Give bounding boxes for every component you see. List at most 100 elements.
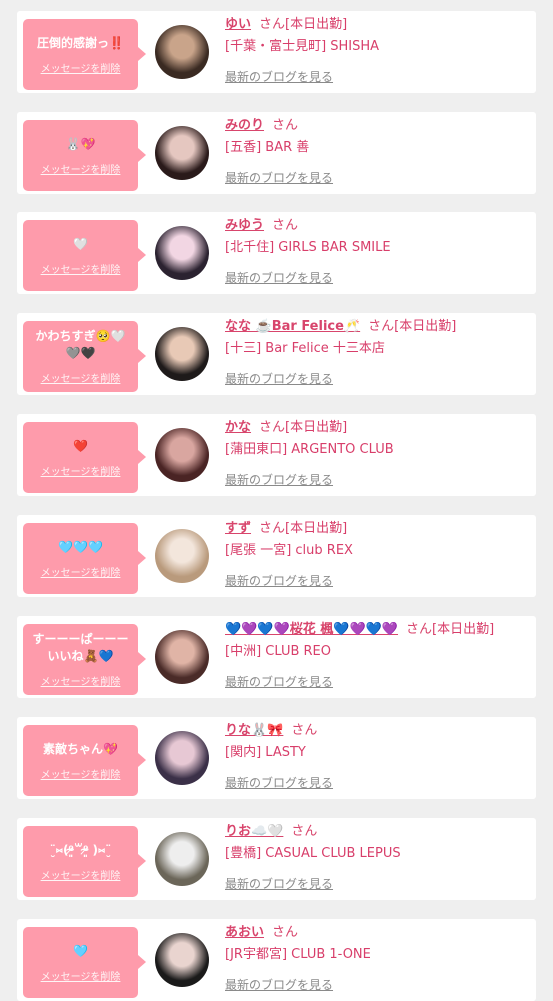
avatar[interactable] bbox=[155, 126, 209, 180]
message-text: ¨̮⑅(⁰̷̴͈꒳⁰̷̴͈ )⑅¨̮ bbox=[49, 842, 112, 857]
honorific: さん bbox=[291, 723, 318, 738]
list-item: かわちすぎ🥺🤍🩶🖤 メッセージを削除 なな ☕️Bar Felice🥂 さん[本日出勤… bbox=[17, 313, 536, 395]
avatar[interactable] bbox=[155, 832, 209, 886]
profile-name-link[interactable]: りな🐰🎀 bbox=[225, 723, 283, 738]
profile-name-link[interactable]: ゆい bbox=[225, 17, 251, 32]
profile-name-link[interactable]: 💙💜💙💜桜花 楓💙💜💙💜 bbox=[225, 622, 398, 637]
attendance-status: [本日出勤] bbox=[285, 17, 348, 32]
profile-info: ゆい さん[本日出勤] [千葉・富士見町] SHISHA 最新のブログを見る bbox=[225, 16, 530, 85]
profile-name-link[interactable]: みのり bbox=[225, 118, 264, 133]
delete-message-link[interactable]: メッセージを削除 bbox=[41, 968, 121, 983]
list-item: 素敵ちゃん💖 メッセージを削除 りな🐰🎀 さん [関内] LASTY 最新のブログを見る bbox=[17, 717, 536, 799]
delete-message-link[interactable]: メッセージを削除 bbox=[41, 564, 121, 579]
message-text: すーーーぱーーーいいね🧸💙 bbox=[32, 632, 129, 663]
avatar[interactable] bbox=[155, 630, 209, 684]
list-item: ❤️ メッセージを削除 かな さん[本日出勤] [蒲田東口] ARGENTO CLUB 最… bbox=[17, 414, 536, 496]
message-text: 🐰💖 bbox=[65, 136, 96, 151]
message-text: 🩵🩵🩵 bbox=[58, 539, 103, 554]
name-line: 💙💜💙💜桜花 楓💙💜💙💜 さん[本日出勤] bbox=[225, 621, 530, 639]
avatar[interactable] bbox=[155, 933, 209, 987]
latest-blog-link[interactable]: 最新のブログを見る bbox=[225, 170, 530, 186]
profile-name-link[interactable]: かな bbox=[225, 420, 251, 435]
shop-name: [中洲] CLUB REO bbox=[225, 644, 331, 659]
latest-blog-link[interactable]: 最新のブログを見る bbox=[225, 775, 530, 791]
honorific: さん bbox=[272, 925, 299, 940]
shop-name: [JR宇都宮] CLUB 1-ONE bbox=[225, 947, 371, 962]
profile-info: みゆう さん [北千住] GIRLS BAR SMILE 最新のブログを見る bbox=[225, 217, 530, 286]
message-bubble: 🩵🩵🩵 メッセージを削除 bbox=[23, 523, 146, 594]
avatar[interactable] bbox=[155, 25, 209, 79]
delete-message-link[interactable]: メッセージを削除 bbox=[41, 766, 121, 781]
message-bubble: 素敵ちゃん💖 メッセージを削除 bbox=[23, 725, 146, 796]
attendance-status: [本日出勤] bbox=[285, 521, 348, 536]
name-line: あおい さん bbox=[225, 924, 530, 942]
delete-message-link[interactable]: メッセージを削除 bbox=[41, 370, 121, 385]
profile-info: みのり さん [五香] BAR 善最新のブログを見る bbox=[225, 117, 530, 186]
message-bubble: 🩵 メッセージを削除 bbox=[23, 927, 146, 998]
avatar[interactable] bbox=[155, 428, 209, 482]
latest-blog-link[interactable]: 最新のブログを見る bbox=[225, 472, 530, 488]
latest-blog-link[interactable]: 最新のブログを見る bbox=[225, 674, 530, 690]
profile-name-link[interactable]: りお☁️🤍 bbox=[225, 824, 283, 839]
name-line: りな🐰🎀 さん bbox=[225, 722, 530, 740]
list-item: ¨̮⑅(⁰̷̴͈꒳⁰̷̴͈ )⑅¨̮ メッセージを削除 りお☁️🤍 さん [豊橋] CA… bbox=[17, 818, 536, 900]
delete-message-link[interactable]: メッセージを削除 bbox=[41, 161, 121, 176]
list-item: 圧倒的感謝っ‼️ メッセージを削除 ゆい さん[本日出勤] [千葉・富士見町] SHIS… bbox=[17, 11, 536, 93]
latest-blog-link[interactable]: 最新のブログを見る bbox=[225, 876, 530, 892]
message-list: 圧倒的感謝っ‼️ メッセージを削除 ゆい さん[本日出勤] [千葉・富士見町] SHIS… bbox=[0, 0, 553, 1001]
profile-name-link[interactable]: すず bbox=[225, 521, 251, 536]
name-line: りお☁️🤍 さん bbox=[225, 823, 530, 841]
shop-name: [五香] BAR 善 bbox=[225, 140, 310, 155]
message-bubble: ¨̮⑅(⁰̷̴͈꒳⁰̷̴͈ )⑅¨̮ メッセージを削除 bbox=[23, 826, 146, 897]
avatar[interactable] bbox=[155, 529, 209, 583]
message-text: ❤️ bbox=[73, 438, 88, 453]
latest-blog-link[interactable]: 最新のブログを見る bbox=[225, 977, 530, 993]
avatar[interactable] bbox=[155, 327, 209, 381]
profile-info: なな ☕️Bar Felice🥂 さん[本日出勤] [十三] Bar Felice … bbox=[225, 318, 530, 387]
profile-name-link[interactable]: みゆう bbox=[225, 218, 264, 233]
name-line: ゆい さん[本日出勤] bbox=[225, 16, 530, 34]
delete-message-link[interactable]: メッセージを削除 bbox=[41, 60, 121, 75]
name-line: みのり さん bbox=[225, 117, 530, 135]
honorific: さん bbox=[272, 218, 299, 233]
honorific: さん bbox=[259, 420, 286, 435]
delete-message-link[interactable]: メッセージを削除 bbox=[41, 261, 121, 276]
avatar[interactable] bbox=[155, 731, 209, 785]
latest-blog-link[interactable]: 最新のブログを見る bbox=[225, 69, 530, 85]
honorific: さん bbox=[259, 17, 286, 32]
delete-message-link[interactable]: メッセージを削除 bbox=[41, 867, 121, 882]
honorific: さん bbox=[272, 118, 299, 133]
list-item: 🩵🩵🩵 メッセージを削除 すず さん[本日出勤] [尾張 一宮] club REX 最新の… bbox=[17, 515, 536, 597]
list-item: 🐰💖 メッセージを削除 みのり さん [五香] BAR 善最新のブログを見る bbox=[17, 112, 536, 194]
shop-name: [十三] Bar Felice 十三本店 bbox=[225, 341, 385, 356]
message-text: 素敵ちゃん💖 bbox=[43, 741, 118, 756]
message-bubble: 🐰💖 メッセージを削除 bbox=[23, 120, 146, 191]
latest-blog-link[interactable]: 最新のブログを見る bbox=[225, 371, 530, 387]
shop-name: [千葉・富士見町] SHISHA bbox=[225, 39, 380, 54]
message-bubble: ❤️ メッセージを削除 bbox=[23, 422, 146, 493]
profile-info: りお☁️🤍 さん [豊橋] CASUAL CLUB LEPUS 最新のブログを見る bbox=[225, 823, 530, 892]
profile-info: かな さん[本日出勤] [蒲田東口] ARGENTO CLUB 最新のブログを見る bbox=[225, 419, 530, 488]
name-line: なな ☕️Bar Felice🥂 さん[本日出勤] bbox=[225, 318, 530, 336]
latest-blog-link[interactable]: 最新のブログを見る bbox=[225, 270, 530, 286]
honorific: さん bbox=[291, 824, 318, 839]
delete-message-link[interactable]: メッセージを削除 bbox=[41, 463, 121, 478]
message-text: かわちすぎ🥺🤍🩶🖤 bbox=[35, 329, 126, 360]
name-line: かな さん[本日出勤] bbox=[225, 419, 530, 437]
avatar[interactable] bbox=[155, 226, 209, 280]
message-bubble: すーーーぱーーーいいね🧸💙 メッセージを削除 bbox=[23, 624, 146, 695]
message-text: 圧倒的感謝っ‼️ bbox=[37, 35, 124, 50]
profile-info: すず さん[本日出勤] [尾張 一宮] club REX 最新のブログを見る bbox=[225, 520, 530, 589]
shop-name: [蒲田東口] ARGENTO CLUB bbox=[225, 442, 394, 457]
message-bubble: 🤍 メッセージを削除 bbox=[23, 220, 146, 291]
message-text: 🤍 bbox=[73, 236, 88, 251]
profile-name-link[interactable]: なな ☕️Bar Felice🥂 bbox=[225, 319, 360, 334]
list-item: 🤍 メッセージを削除 みゆう さん [北千住] GIRLS BAR SMILE 最新のブロ… bbox=[17, 212, 536, 294]
profile-name-link[interactable]: あおい bbox=[225, 925, 264, 940]
list-item: すーーーぱーーーいいね🧸💙 メッセージを削除 💙💜💙💜桜花 楓💙💜💙💜 さん[本日出勤… bbox=[17, 616, 536, 698]
shop-name: [関内] LASTY bbox=[225, 745, 306, 760]
latest-blog-link[interactable]: 最新のブログを見る bbox=[225, 573, 530, 589]
profile-info: 💙💜💙💜桜花 楓💙💜💙💜 さん[本日出勤] [中洲] CLUB REO 最新のブログを… bbox=[225, 621, 530, 690]
delete-message-link[interactable]: メッセージを削除 bbox=[41, 673, 121, 688]
profile-info: りな🐰🎀 さん [関内] LASTY 最新のブログを見る bbox=[225, 722, 530, 791]
